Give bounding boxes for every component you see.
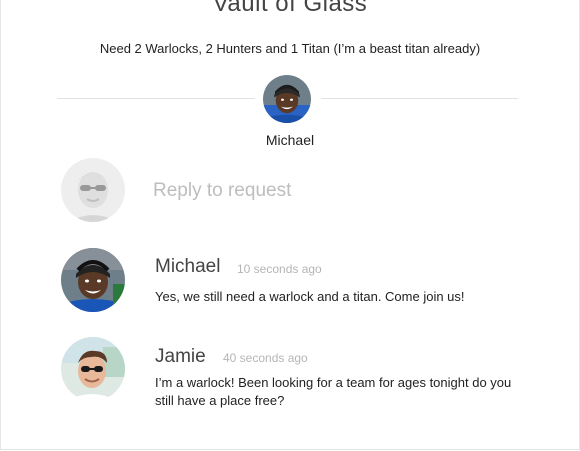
host-name[interactable]: Michael [1,132,579,148]
comment-author[interactable]: Michael [155,256,220,278]
current-user-avatar [61,158,125,222]
request-title: Vault of Glass [212,0,368,17]
request-card: Vault of Glass Need 2 Warlocks, 2 Hunter… [0,0,580,450]
comment-text: Yes, we still need a warlock and a titan… [155,289,465,304]
comment-text: I’m a warlock! Been looking for a team f… [155,375,512,408]
comment-timestamp: 40 seconds ago [223,351,308,365]
reply-input[interactable] [151,176,495,206]
request-description: Need 2 Warlocks, 2 Hunters and 1 Titan (… [99,41,481,56]
comment-author[interactable]: Jamie [155,346,206,368]
divider-right [321,98,518,99]
divider-left [57,98,255,99]
comment-avatar-jamie[interactable] [61,337,125,401]
comment-avatar-michael[interactable] [61,248,125,312]
host-avatar[interactable] [263,75,311,123]
comment-timestamp: 10 seconds ago [237,262,322,276]
